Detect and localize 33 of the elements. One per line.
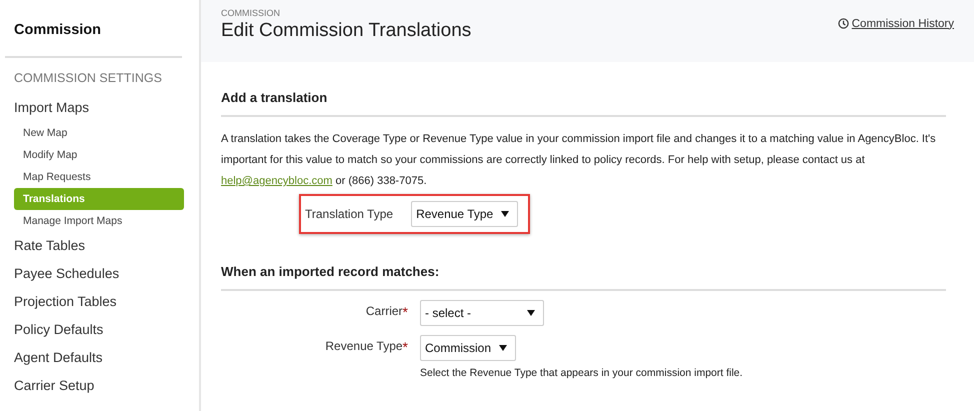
sidebar-item[interactable]: Policy Defaults [14, 316, 199, 344]
email-link[interactable]: help@agencybloc.com [221, 175, 332, 187]
sidebar-item[interactable]: Projection Tables [14, 288, 199, 316]
translation-type-select[interactable]: Revenue Type [411, 201, 518, 227]
dropdown-select[interactable]: Commission [420, 335, 516, 361]
help-text: Select the Revenue Type that appears in your commission import file. [420, 367, 743, 379]
section-title: Add a translation [221, 90, 946, 117]
sidebar-item[interactable]: Import Maps [14, 94, 199, 122]
page-title: Edit Commission Translations [221, 20, 472, 42]
clock-icon [838, 18, 849, 29]
caret-icon [527, 310, 535, 316]
sidebar-item[interactable]: Carrier Setup [14, 372, 199, 400]
field-label: Revenue Type [325, 339, 403, 353]
required-mark: * [402, 304, 408, 320]
sidebar-subitem[interactable]: Modify Map [14, 144, 184, 166]
sidebar-title: Commission [14, 22, 102, 38]
sidebar-subitem[interactable]: Manage Import Maps [14, 210, 184, 232]
dropdown-select[interactable]: - select - [420, 300, 544, 326]
section-title: When an imported record matches: [221, 264, 946, 291]
breadcrumb: COMMISSION [221, 8, 282, 18]
field-label: Carrier [366, 304, 403, 318]
sidebar-subitem[interactable]: New Map [14, 122, 184, 144]
field-label: Translation Type [305, 207, 394, 221]
sidebar-item[interactable]: Rate Tables [14, 232, 199, 260]
sidebar-item[interactable]: Payee Schedules [14, 260, 199, 288]
required-mark: * [402, 339, 408, 355]
description-text: A translation takes the Coverage Type or Revenue Type value in your commission import file and changes it to a matching value in AgencyBloc. It's important for this value to match so your commissions are correctly linked to policy records. For help with setup, please contact us at help@agencybloc.com or (866) 338-7075. [221, 132, 937, 189]
caret-icon [499, 345, 508, 351]
history-link[interactable]: Commission History [838, 16, 954, 31]
sidebar-item[interactable]: Agent Defaults [14, 344, 199, 372]
sidebar-subitem[interactable]: Map Requests [14, 166, 184, 188]
caret-icon [501, 211, 510, 217]
section-heading: COMMISSION SETTINGS [14, 71, 163, 85]
